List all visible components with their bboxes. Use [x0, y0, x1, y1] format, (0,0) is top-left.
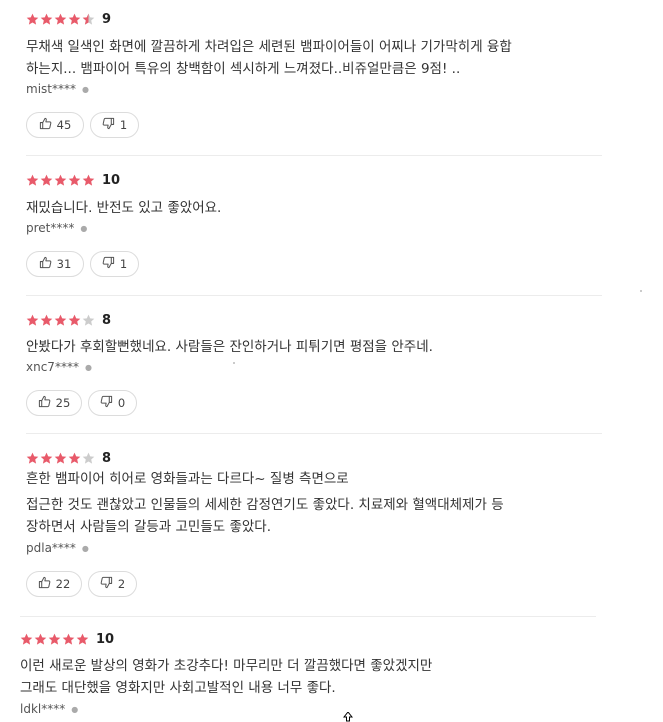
dislike-count: 0	[117, 396, 126, 410]
rating-row: 10	[26, 171, 120, 189]
like-count: 25	[55, 396, 71, 410]
star-filled-icon	[68, 314, 81, 327]
reviewer-name: pdla****	[26, 541, 76, 555]
thumbs-down-icon	[100, 576, 118, 592]
dislike-button[interactable]: 1	[90, 112, 139, 138]
separator-dot-icon: ●	[71, 704, 79, 714]
star-filled-icon	[40, 452, 53, 465]
reviewer-name: xnc7****	[26, 360, 79, 374]
divider	[26, 295, 602, 296]
review-text-line: 이런 새로운 발상의 영화가 초강추다! 마무리만 더 깔끔했다면 좋았겠지만	[20, 658, 433, 674]
like-button[interactable]: 31	[26, 251, 84, 277]
review-text-line: 재밌습니다. 반전도 있고 좋았어요.	[26, 200, 222, 216]
rating-row: 8	[26, 311, 111, 329]
separator-dot-icon: ●	[81, 543, 89, 553]
dislike-button[interactable]: 0	[88, 390, 137, 416]
star-rating	[26, 13, 96, 26]
divider	[20, 616, 596, 617]
reviewer-id: xnc7**** ●	[26, 360, 92, 374]
speck	[233, 362, 235, 364]
separator-dot-icon: ●	[80, 223, 88, 233]
star-filled-icon	[26, 314, 39, 327]
dislike-count: 1	[119, 257, 128, 271]
star-filled-icon	[62, 633, 75, 646]
separator-dot-icon: ●	[81, 84, 89, 94]
speck	[640, 290, 642, 292]
divider	[26, 433, 602, 434]
star-filled-icon	[26, 13, 39, 26]
rating-score: 10	[96, 631, 115, 647]
review-text-line: 흔한 뱀파이어 히어로 영화들과는 다르다~ 질병 측면으로	[26, 471, 349, 487]
star-filled-icon	[20, 633, 33, 646]
rating-score: 8	[102, 312, 112, 328]
star-filled-icon	[54, 13, 67, 26]
review-text-line: 안봤다가 후회할뻔했네요. 사람들은 잔인하거나 피튀기면 평점을 안주네.	[26, 339, 433, 355]
star-half-icon	[82, 13, 95, 26]
thumbs-up-icon	[38, 395, 56, 411]
reviewer-id: pdla**** ●	[26, 541, 89, 555]
rating-row: 10	[20, 630, 114, 648]
review-text-line: 접근한 것도 괜찮았고 인물들의 세세한 감정연기도 좋았다. 치료제와 혈액대…	[26, 497, 504, 513]
star-filled-icon	[26, 452, 39, 465]
star-filled-icon	[68, 13, 81, 26]
star-filled-icon	[68, 452, 81, 465]
like-count: 45	[56, 118, 72, 132]
thumbs-down-icon	[100, 395, 118, 411]
star-filled-icon	[82, 174, 95, 187]
rating-score: 10	[102, 172, 121, 188]
star-filled-icon	[54, 174, 67, 187]
review-text-line: 그래도 대단했을 영화지만 사회고발적인 내용 너무 좋다.	[20, 680, 336, 696]
star-filled-icon	[54, 452, 67, 465]
mouse-cursor-icon	[343, 712, 353, 722]
rating-score: 8	[102, 450, 112, 466]
star-rating	[26, 314, 96, 327]
review-text-line: 장하면서 사람들의 갈등과 고민들도 좋았다.	[26, 519, 272, 535]
rating-row: 8	[26, 449, 111, 467]
like-count: 22	[55, 577, 71, 591]
star-rating	[26, 174, 96, 187]
reviewer-id: pret**** ●	[26, 221, 87, 235]
thumbs-down-icon	[102, 117, 120, 133]
rating-row: 9	[26, 10, 111, 28]
dislike-button[interactable]: 2	[88, 571, 137, 597]
reviewer-name: pret****	[26, 221, 75, 235]
dislike-button[interactable]: 1	[90, 251, 139, 277]
thumbs-down-icon	[102, 256, 120, 272]
star-filled-icon	[26, 174, 39, 187]
like-button[interactable]: 45	[26, 112, 84, 138]
like-button[interactable]: 22	[26, 571, 82, 597]
reviewer-name: mist****	[26, 82, 76, 96]
like-button[interactable]: 25	[26, 390, 82, 416]
star-filled-icon	[40, 13, 53, 26]
star-filled-icon	[34, 633, 47, 646]
star-filled-icon	[48, 633, 61, 646]
dislike-count: 2	[117, 577, 126, 591]
rating-score: 9	[102, 11, 112, 27]
reviewer-name: ldkl****	[20, 702, 66, 716]
star-filled-icon	[40, 314, 53, 327]
separator-dot-icon: ●	[84, 362, 92, 372]
reviewer-id: ldkl**** ●	[20, 702, 78, 716]
star-rating	[26, 452, 96, 465]
star-filled-icon	[40, 174, 53, 187]
star-empty-icon	[82, 452, 95, 465]
star-filled-icon	[68, 174, 81, 187]
thumbs-up-icon	[38, 576, 56, 592]
thumbs-up-icon	[39, 256, 57, 272]
review-text-line: 하는지... 뱀파이어 특유의 창백함이 섹시하게 느껴졌다..비쥬얼만큼은 9…	[26, 61, 461, 77]
star-filled-icon	[54, 314, 67, 327]
divider	[26, 155, 602, 156]
thumbs-up-icon	[39, 117, 57, 133]
dislike-count: 1	[119, 118, 128, 132]
reviewer-id: mist**** ●	[26, 82, 89, 96]
review-text-line: 무채색 일색인 화면에 깔끔하게 차려입은 세련된 뱀파이어들이 어찌나 기가막…	[26, 39, 512, 55]
star-filled-icon	[76, 633, 89, 646]
like-count: 31	[56, 257, 72, 271]
star-empty-icon	[82, 314, 95, 327]
star-rating	[20, 633, 90, 646]
